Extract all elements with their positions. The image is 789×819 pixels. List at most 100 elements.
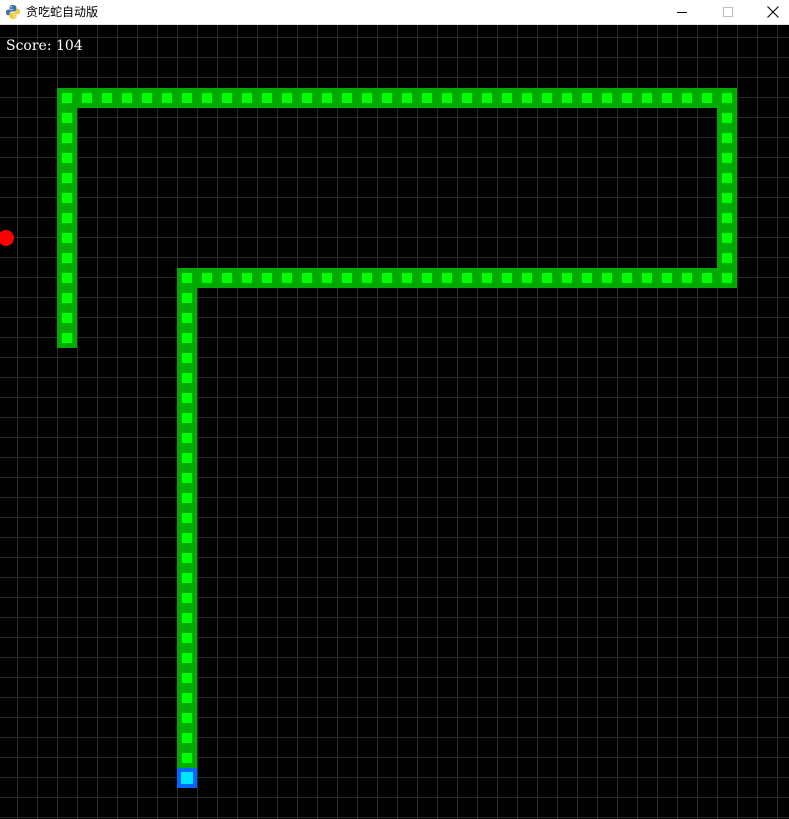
snake-body-segment [177,728,197,748]
snake-body-segment [277,268,297,288]
snake-body-segment [277,88,297,108]
snake-body-segment [57,168,77,188]
snake-body-segment [577,268,597,288]
snake-body-segment [177,388,197,408]
snake-body-segment [517,88,537,108]
snake-body-segment [177,428,197,448]
snake-body-segment [257,268,277,288]
snake-body-segment [477,268,497,288]
snake-body-segment [497,88,517,108]
snake-body-segment [57,248,77,268]
snake-body-segment [517,268,537,288]
snake-body-segment [57,228,77,248]
snake-body-segment [717,108,737,128]
snake-body-segment [537,88,557,108]
snake-body-segment [177,608,197,628]
snake-body-segment [337,268,357,288]
snake-body-segment [657,268,677,288]
snake-body-segment [697,88,717,108]
snake-body-segment [177,88,197,108]
snake-body-segment [637,88,657,108]
snake-body-segment [217,88,237,108]
snake-body-segment [177,588,197,608]
close-button[interactable] [750,0,789,24]
snake-body-segment [597,88,617,108]
snake-body-segment [617,268,637,288]
snake-body-segment [357,88,377,108]
snake-body-segment [417,88,437,108]
snake-body-segment [317,268,337,288]
maximize-icon [723,7,733,17]
snake-body-segment [177,448,197,468]
snake-body-segment [177,308,197,328]
snake-body-segment [377,268,397,288]
snake-body-segment [177,528,197,548]
snake-body-segment [297,88,317,108]
snake-body-segment [177,268,197,288]
snake-body-segment [197,268,217,288]
snake-body-segment [177,548,197,568]
snake-body-segment [177,408,197,428]
window-title: 贪吃蛇自动版 [26,5,99,19]
python-icon[interactable] [5,4,21,20]
snake-body-segment [717,268,737,288]
snake-body-segment [57,308,77,328]
snake-body-segment [177,508,197,528]
snake-body-segment [197,88,217,108]
close-icon [767,6,779,18]
snake-body-segment [677,88,697,108]
snake-body-segment [717,88,737,108]
snake-body-segment [377,88,397,108]
food-pellet [0,230,14,246]
snake-body-segment [57,148,77,168]
snake-body-segment [57,288,77,308]
snake-body-segment [537,268,557,288]
snake-body-segment [437,88,457,108]
snake-body-segment [717,188,737,208]
snake-body-segment [337,88,357,108]
snake-body-segment [717,248,737,268]
snake-body-segment [637,268,657,288]
snake-body-segment [217,268,237,288]
snake-body-segment [177,328,197,348]
snake-body-segment [437,268,457,288]
snake-body-segment [177,468,197,488]
snake-body-segment [177,688,197,708]
snake-body-segment [557,88,577,108]
snake-body-segment [177,348,197,368]
snake-body-segment [397,268,417,288]
maximize-button[interactable] [705,0,751,24]
snake-body-segment [457,268,477,288]
snake-body-segment [57,208,77,228]
snake-body-segment [717,128,737,148]
snake-body-segment [237,88,257,108]
snake-body-segment [117,88,137,108]
snake-body-segment [717,208,737,228]
window-titlebar: 贪吃蛇自动版 [0,0,789,25]
snake-body-segment [397,88,417,108]
snake-body-segment [457,88,477,108]
snake-body-segment [57,88,77,108]
snake-body-segment [177,708,197,728]
snake-body-segment [157,88,177,108]
snake-body-segment [177,648,197,668]
snake-body-segment [177,748,197,768]
snake-body-segment [177,668,197,688]
snake-body-segment [77,88,97,108]
snake-body-segment [417,268,437,288]
snake-body-segment [177,628,197,648]
minimize-button[interactable] [659,0,705,24]
snake-body-segment [577,88,597,108]
snake-head [177,768,197,788]
snake-body-segment [297,268,317,288]
snake-body-segment [717,228,737,248]
snake-body-segment [597,268,617,288]
snake-body-segment [717,148,737,168]
snake-body-segment [57,328,77,348]
game-board[interactable]: Score: 104 [0,25,789,819]
snake-body-segment [137,88,157,108]
snake-body-segment [717,168,737,188]
snake-body-segment [557,268,577,288]
snake-body-segment [177,488,197,508]
snake-body-segment [57,188,77,208]
